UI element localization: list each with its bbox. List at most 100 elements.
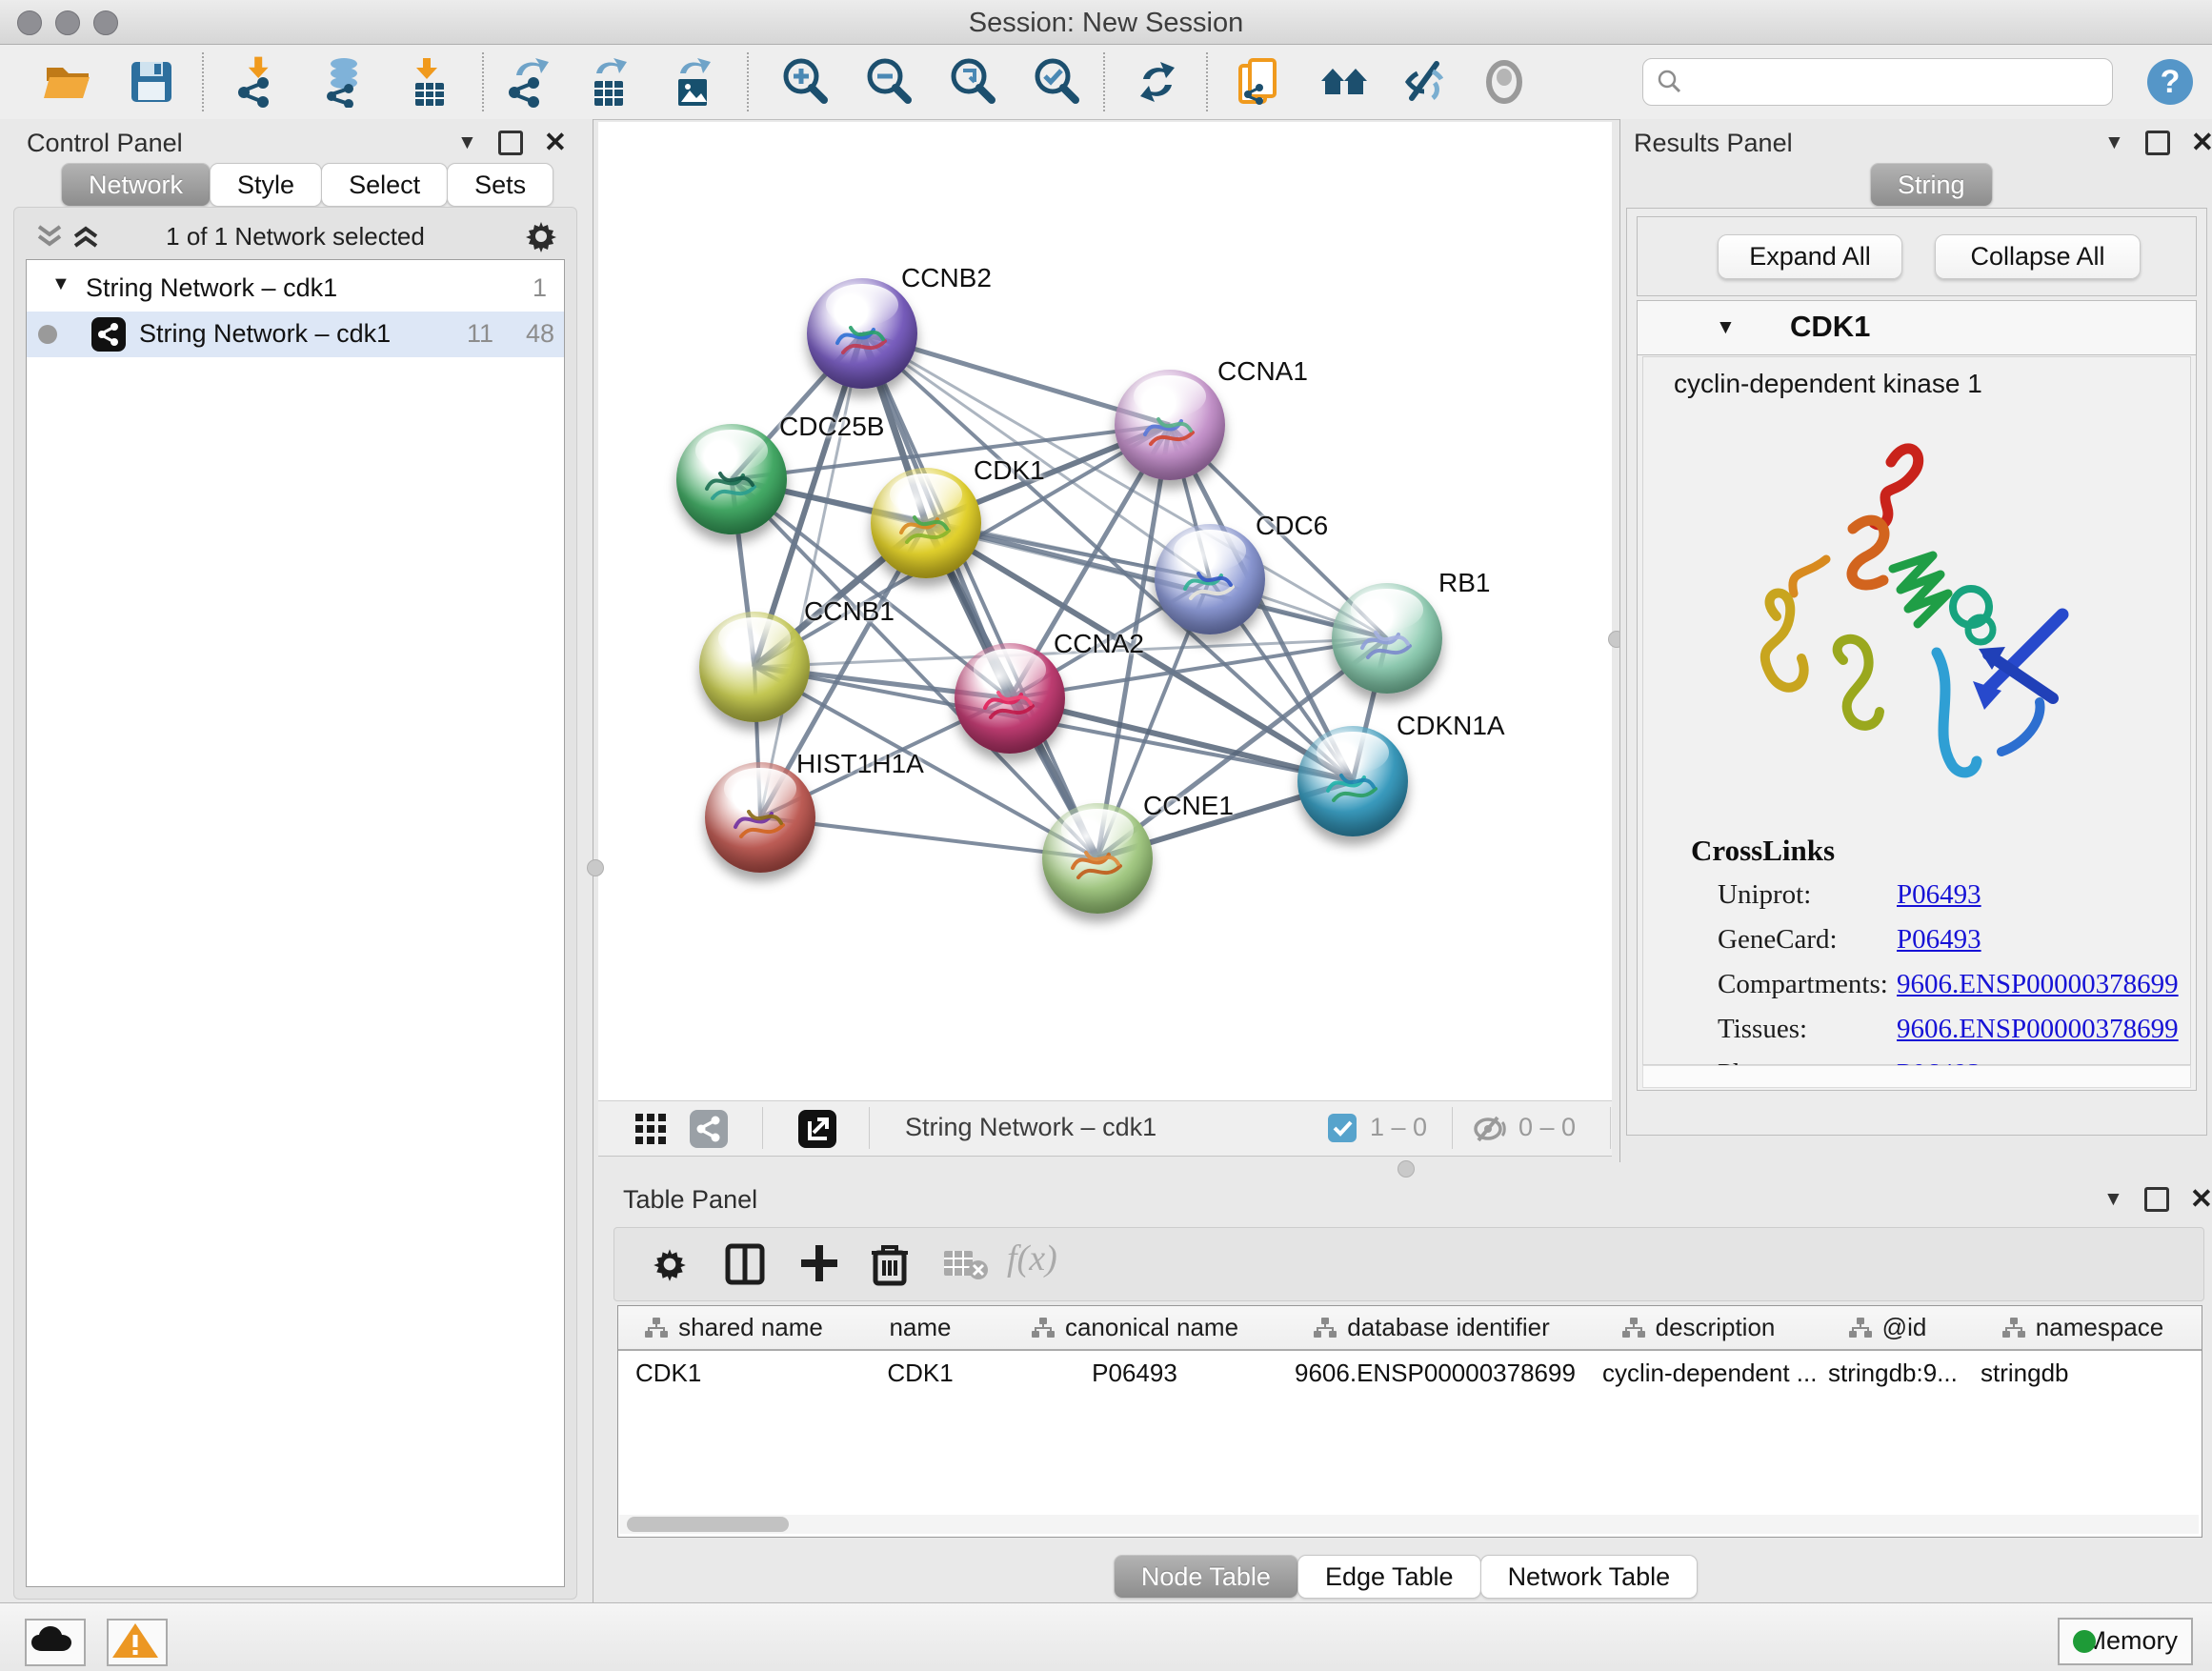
results-horizontal-scrollbar[interactable] [1642, 1065, 2191, 1088]
help-icon[interactable]: ? [2145, 57, 2197, 109]
memory-button[interactable]: Memory [2058, 1618, 2193, 1665]
node-CDC6[interactable] [1155, 524, 1265, 634]
cloud-status-button[interactable] [25, 1619, 86, 1666]
node-CCNB1[interactable] [699, 612, 810, 722]
column-label: name [889, 1313, 951, 1341]
zoom-out-icon[interactable] [863, 56, 915, 108]
table-horizontal-scrollbar[interactable] [619, 1515, 2199, 1534]
close-panel-icon[interactable]: ✕ [2190, 1190, 2212, 1209]
column-header-canonicalname[interactable]: canonical name [992, 1306, 1278, 1351]
export-table-icon[interactable] [583, 56, 634, 108]
float-menu-icon[interactable]: ▼ [2104, 131, 2124, 154]
left-splitter-handle[interactable] [587, 859, 604, 876]
node-CCNE1[interactable] [1042, 803, 1153, 914]
tab-style[interactable]: Style [210, 163, 322, 207]
column-header-databaseidentifier[interactable]: database identifier [1277, 1306, 1586, 1351]
table-cell[interactable]: cyclin-dependent ... [1585, 1351, 1828, 1395]
zoom-selected-icon[interactable] [1031, 56, 1082, 108]
open-in-window-icon[interactable] [798, 1110, 836, 1148]
grid-view-icon[interactable] [634, 1113, 667, 1145]
tab-network-table[interactable]: Network Table [1480, 1555, 1699, 1599]
export-image-icon[interactable] [667, 56, 718, 108]
delete-column-icon[interactable] [870, 1241, 910, 1287]
float-menu-icon[interactable]: ▼ [457, 131, 477, 154]
node-label-CCNB1: CCNB1 [804, 596, 895, 627]
node-structure-image [828, 301, 896, 370]
node-RB1[interactable] [1332, 583, 1442, 694]
gene-details-scroll-area[interactable]: ▼ CDK1 cyclin-dependent kinase 1 [1637, 300, 2197, 1091]
column-header-id[interactable]: @id [1811, 1306, 1964, 1351]
selected-node-edge-count: 1 – 0 [1370, 1113, 1427, 1142]
search-field[interactable] [1642, 58, 2113, 106]
zoom-fit-icon[interactable] [947, 56, 998, 108]
main-toolbar: ? [0, 45, 2212, 120]
warning-status-button[interactable] [107, 1619, 168, 1666]
expand-all-button[interactable]: Expand All [1718, 234, 1902, 279]
node-CCNB2[interactable] [807, 278, 917, 389]
column-header-namespace[interactable]: namespace [1963, 1306, 2202, 1351]
import-network-icon[interactable] [232, 56, 284, 108]
string-protein-query-icon[interactable] [1235, 56, 1286, 108]
close-panel-icon[interactable]: ✕ [544, 133, 567, 152]
tab-network[interactable]: Network [61, 163, 211, 207]
crosslink-link[interactable]: P06493 [1897, 879, 1981, 911]
hidden-eye-slash-icon [1471, 1113, 1509, 1145]
network-share-view-icon[interactable] [690, 1110, 728, 1148]
node-CDKN1A[interactable] [1297, 726, 1408, 836]
tab-edge-table[interactable]: Edge Table [1297, 1555, 1481, 1599]
eye-icon[interactable] [1478, 56, 1530, 108]
table-cell[interactable]: CDK1 [849, 1351, 992, 1395]
column-header-name[interactable]: name [849, 1306, 993, 1351]
node-CCNA1[interactable] [1115, 370, 1225, 480]
open-folder-icon[interactable] [42, 56, 93, 108]
network-row[interactable]: String Network – cdk1 11 48 [27, 312, 564, 357]
add-column-icon[interactable] [797, 1241, 841, 1285]
column-header-description[interactable]: description [1585, 1306, 1812, 1351]
refresh-icon[interactable] [1132, 56, 1183, 108]
table-cell[interactable]: stringdb:9... [1811, 1351, 1981, 1395]
crosslink-link[interactable]: 9606.ENSP00000378699 [1897, 969, 2179, 1000]
selected-checkbox-icon[interactable] [1328, 1114, 1357, 1142]
horizontal-splitter-handle[interactable] [1398, 1160, 1415, 1178]
float-panel-icon[interactable] [2144, 1187, 2169, 1212]
node-CDC25B[interactable] [676, 424, 787, 534]
tab-node-table[interactable]: Node Table [1114, 1555, 1298, 1599]
scrollbar-thumb[interactable] [627, 1517, 789, 1532]
export-network-icon[interactable] [503, 56, 554, 108]
import-table-icon[interactable] [404, 56, 455, 108]
float-menu-icon[interactable]: ▼ [2103, 1188, 2123, 1211]
tree-expander-icon[interactable]: ▼ [51, 273, 70, 295]
table-cell[interactable]: 9606.ENSP00000378699 [1277, 1351, 1602, 1395]
column-header-sharedname[interactable]: shared name [618, 1306, 850, 1351]
network-collection-row[interactable]: ▼ String Network – cdk1 1 [27, 266, 564, 312]
float-panel-icon[interactable] [498, 131, 523, 155]
tab-select[interactable]: Select [321, 163, 448, 207]
collapse-section-icon[interactable]: ▼ [1716, 316, 1736, 339]
table-gear-icon[interactable] [651, 1245, 689, 1283]
enhanced-graphics-hide-icon[interactable] [1398, 56, 1450, 108]
tab-sets[interactable]: Sets [447, 163, 553, 207]
search-input[interactable] [1693, 63, 2101, 101]
table-cell[interactable]: stringdb [1963, 1351, 2202, 1395]
crosslink-link[interactable]: 9606.ENSP00000378699 [1897, 1014, 2179, 1045]
network-view-canvas[interactable]: CCNB2CCNA1CDC25BCDK1CDC6RB1CCNB1CCNA2CDK… [598, 122, 1612, 1100]
node-attribute-table[interactable]: shared name name canonical namedatabase id… [617, 1305, 2202, 1538]
float-panel-icon[interactable] [2145, 131, 2170, 155]
table-cell[interactable]: CDK1 [618, 1351, 866, 1395]
node-CDK1[interactable] [871, 468, 981, 578]
import-database-icon[interactable] [318, 56, 370, 108]
close-panel-icon[interactable]: ✕ [2191, 133, 2212, 152]
collapse-all-button[interactable]: Collapse All [1935, 234, 2141, 279]
crosslink-link[interactable]: P06493 [1897, 924, 1981, 956]
node-CCNA2[interactable] [955, 643, 1065, 754]
gear-icon[interactable] [523, 218, 559, 254]
edge-CCNB2-HIST1H1A[interactable] [760, 333, 862, 817]
save-session-icon[interactable] [126, 56, 177, 108]
zoom-in-icon[interactable] [779, 56, 831, 108]
string-home-icon[interactable] [1318, 56, 1370, 108]
edge-CCNB2-CCNE1[interactable] [862, 333, 1097, 858]
table-cell[interactable]: P06493 [992, 1351, 1277, 1395]
tab-string[interactable]: String [1870, 163, 1993, 207]
show-columns-icon[interactable] [725, 1243, 765, 1285]
gene-section-header[interactable]: ▼ CDK1 [1638, 301, 2196, 355]
